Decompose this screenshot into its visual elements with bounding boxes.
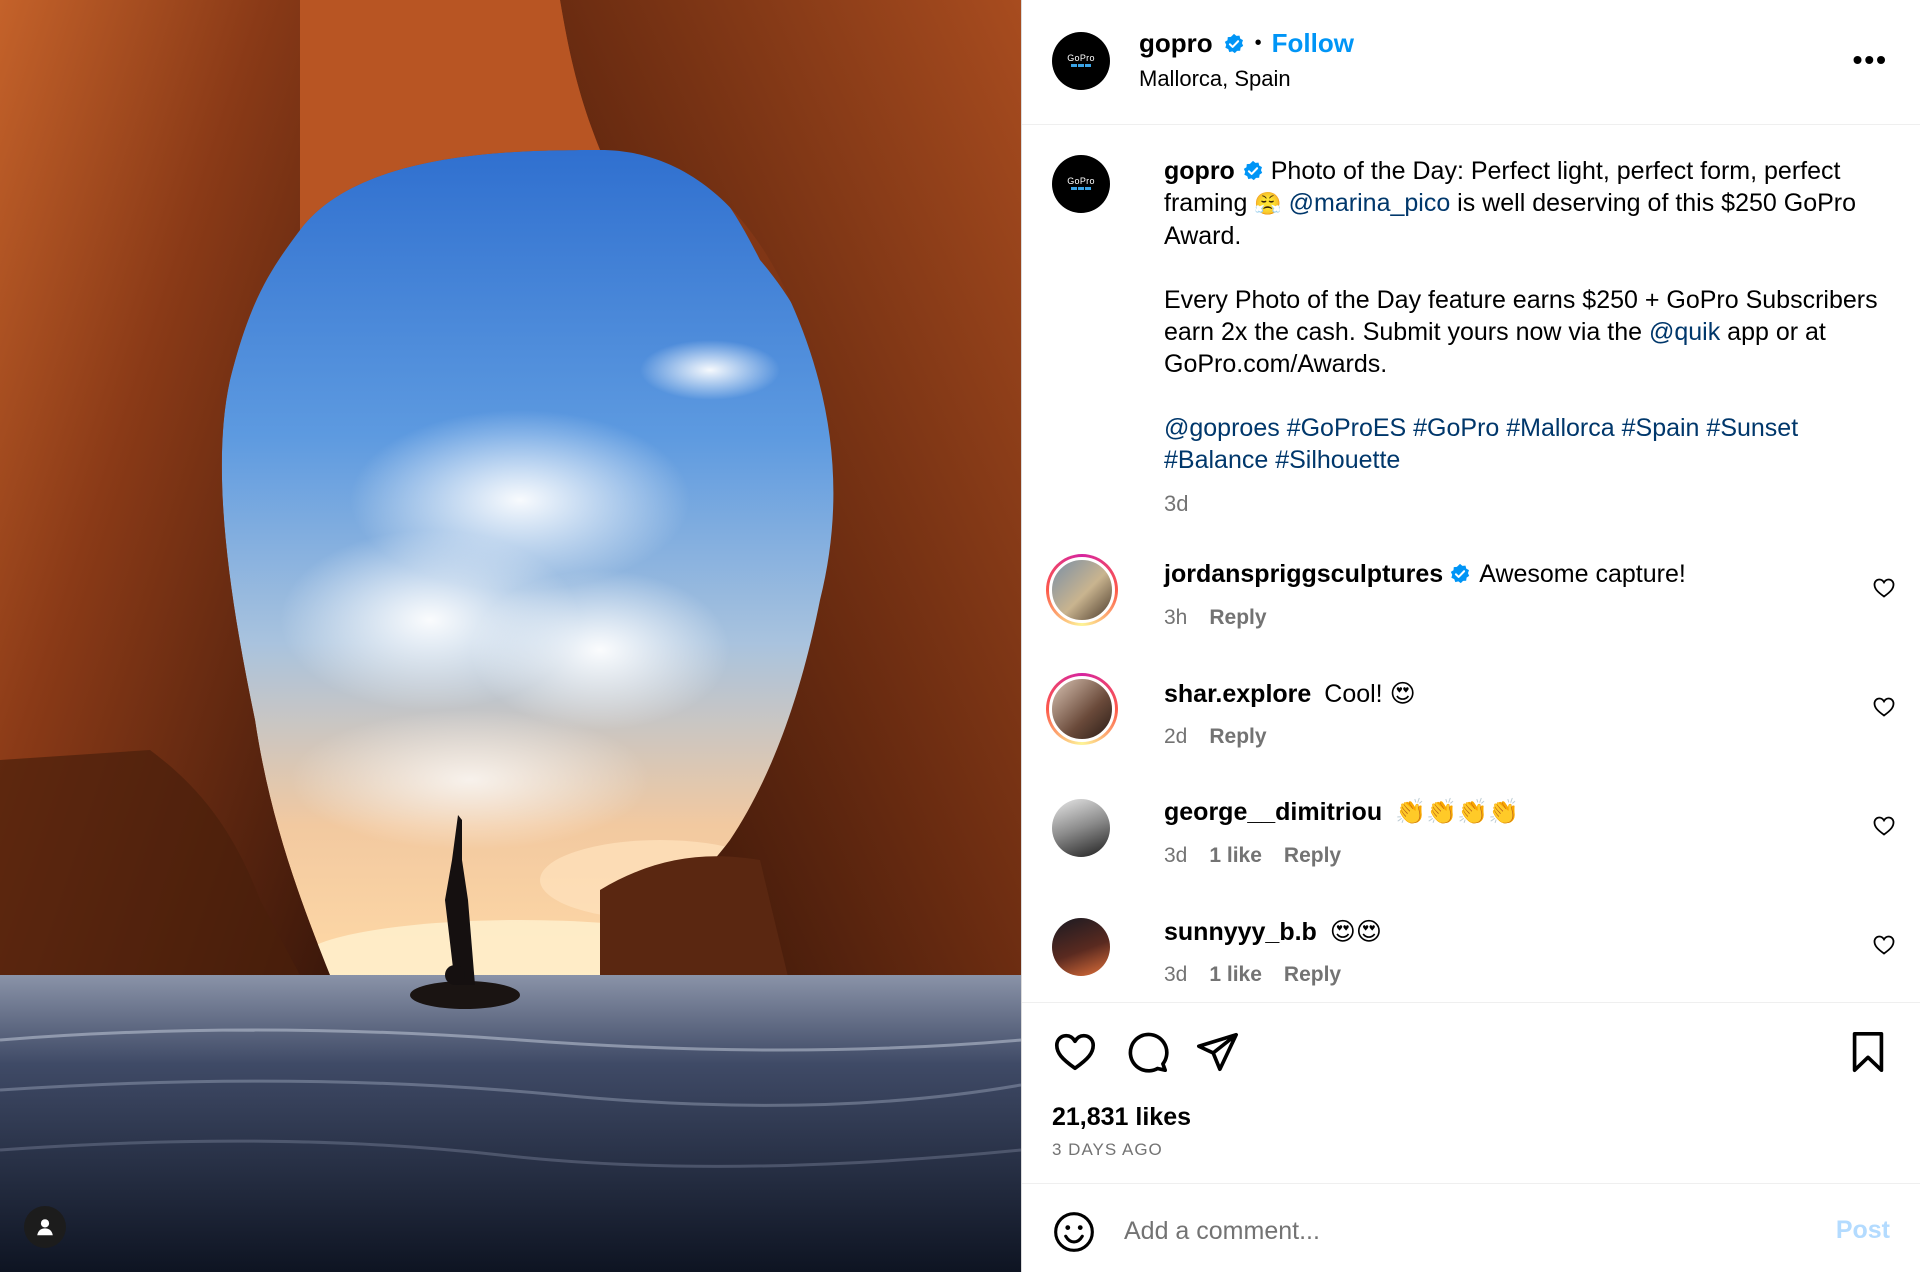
caption-emoji: 😤 <box>1254 191 1282 216</box>
comment-like-heart-icon[interactable] <box>1872 695 1896 719</box>
post-timestamp: 3 DAYS AGO <box>1052 1140 1163 1159</box>
post-photo[interactable] <box>0 0 1021 1272</box>
more-options-button[interactable]: ••• <box>1853 44 1888 76</box>
cave-photo-image <box>0 0 1021 1272</box>
comment-item: sunnyyy_b.b 😍😍 3d 1 like Reply <box>1046 911 1896 1002</box>
heart-icon[interactable] <box>1052 1029 1098 1075</box>
bookmark-icon[interactable] <box>1845 1029 1891 1075</box>
paper-plane-icon[interactable] <box>1194 1029 1240 1075</box>
mention-link[interactable]: @marina_pico <box>1289 189 1451 217</box>
comment-text: Cool! 😍 <box>1324 680 1416 708</box>
hashtag-link[interactable]: #Balance <box>1164 446 1268 474</box>
author-avatar[interactable]: GoPro <box>1052 32 1110 90</box>
commenter-username[interactable]: jordanspriggsculptures <box>1164 560 1443 588</box>
comment-item: george__dimitriou 👏👏👏👏 3d 1 like Reply <box>1046 792 1896 888</box>
follow-button[interactable]: Follow <box>1272 28 1354 59</box>
likes-count[interactable]: 21,831 likes <box>1052 1103 1191 1132</box>
comment-like-heart-icon[interactable] <box>1872 814 1896 838</box>
reply-button[interactable]: Reply <box>1284 844 1341 868</box>
post-comment-button[interactable]: Post <box>1836 1216 1890 1245</box>
add-comment-bar: Post <box>1022 1183 1920 1273</box>
comment-input[interactable] <box>1122 1206 1766 1256</box>
commenter-username[interactable]: sunnyyy_b.b <box>1164 918 1317 946</box>
comments-section[interactable]: GoPro gopro Photo of the Day: Perfect li… <box>1022 125 1920 1002</box>
commenter-username[interactable]: george__dimitriou <box>1164 798 1382 826</box>
instagram-post-view: GoPro gopro • Follow Mallorca, Spain ••• <box>0 0 1920 1272</box>
reply-button[interactable]: Reply <box>1209 725 1266 749</box>
comment-icon[interactable] <box>1124 1029 1170 1075</box>
reply-button[interactable]: Reply <box>1209 606 1266 630</box>
mention-link[interactable]: @quik <box>1649 318 1720 346</box>
user-icon <box>37 1219 53 1236</box>
hashtag-link[interactable]: #Silhouette <box>1275 446 1400 474</box>
commenter-avatar[interactable] <box>1052 918 1110 976</box>
post-side-panel: GoPro gopro • Follow Mallorca, Spain ••• <box>1021 0 1920 1272</box>
hashtags: @goproes #GoProES #GoPro #Mallorca #Spai… <box>1164 412 1880 476</box>
gopro-logo: GoPro <box>1063 54 1099 68</box>
comment-age: 2d <box>1164 725 1188 748</box>
verified-badge-icon <box>1224 33 1243 53</box>
hashtag-link[interactable]: #Mallorca <box>1506 414 1614 442</box>
author-username[interactable]: gopro <box>1139 28 1213 59</box>
post-header: GoPro gopro • Follow Mallorca, Spain ••• <box>1022 0 1920 125</box>
post-actions: 21,831 likes 3 DAYS AGO <box>1022 1002 1920 1183</box>
hashtag-link[interactable]: @goproes <box>1164 414 1280 442</box>
commenter-avatar[interactable] <box>1046 554 1118 626</box>
comment-likes-count[interactable]: 1 like <box>1209 844 1262 868</box>
comment-like-heart-icon[interactable] <box>1872 933 1896 957</box>
comment-age: 3h <box>1164 606 1188 629</box>
comment-age: 3d <box>1164 844 1188 867</box>
comment-likes-count[interactable]: 1 like <box>1209 963 1262 987</box>
smiley-icon[interactable] <box>1052 1210 1096 1254</box>
post-caption: GoPro gopro Photo of the Day: Perfect li… <box>1052 155 1880 520</box>
comment-text: Awesome capture! <box>1479 560 1686 588</box>
hashtag-link[interactable]: #Sunset <box>1706 414 1798 442</box>
separator-dot: • <box>1254 32 1262 54</box>
comment-text: 😍😍 <box>1329 918 1382 946</box>
hashtag-link[interactable]: #GoPro <box>1413 414 1499 442</box>
verified-badge-icon <box>1451 563 1470 584</box>
commenter-avatar[interactable] <box>1046 673 1118 745</box>
gopro-logo: GoPro <box>1063 177 1099 191</box>
caption-body: gopro Photo of the Day: Perfect light, p… <box>1164 155 1880 520</box>
comment-item: jordanspriggsculptures Awesome capture! … <box>1046 554 1896 650</box>
caption-age: 3d <box>1164 491 1189 516</box>
commenter-username[interactable]: shar.explore <box>1164 680 1311 708</box>
comment-item: shar.explore Cool! 😍 2d Reply <box>1046 673 1896 769</box>
post-location[interactable]: Mallorca, Spain <box>1139 66 1291 92</box>
author-row: gopro • Follow <box>1139 28 1354 59</box>
comment-text: 👏👏👏👏 <box>1395 798 1520 826</box>
commenter-avatar[interactable] <box>1052 799 1110 857</box>
tagged-users-button[interactable] <box>24 1206 66 1248</box>
comment-age: 3d <box>1164 963 1188 986</box>
hashtag-link[interactable]: #GoProES <box>1287 414 1407 442</box>
comment-like-heart-icon[interactable] <box>1872 576 1896 600</box>
verified-badge-icon <box>1243 160 1262 181</box>
reply-button[interactable]: Reply <box>1284 963 1341 987</box>
hashtag-link[interactable]: #Spain <box>1622 414 1700 442</box>
caption-username[interactable]: gopro <box>1164 157 1235 185</box>
caption-author-avatar[interactable]: GoPro <box>1052 155 1110 213</box>
